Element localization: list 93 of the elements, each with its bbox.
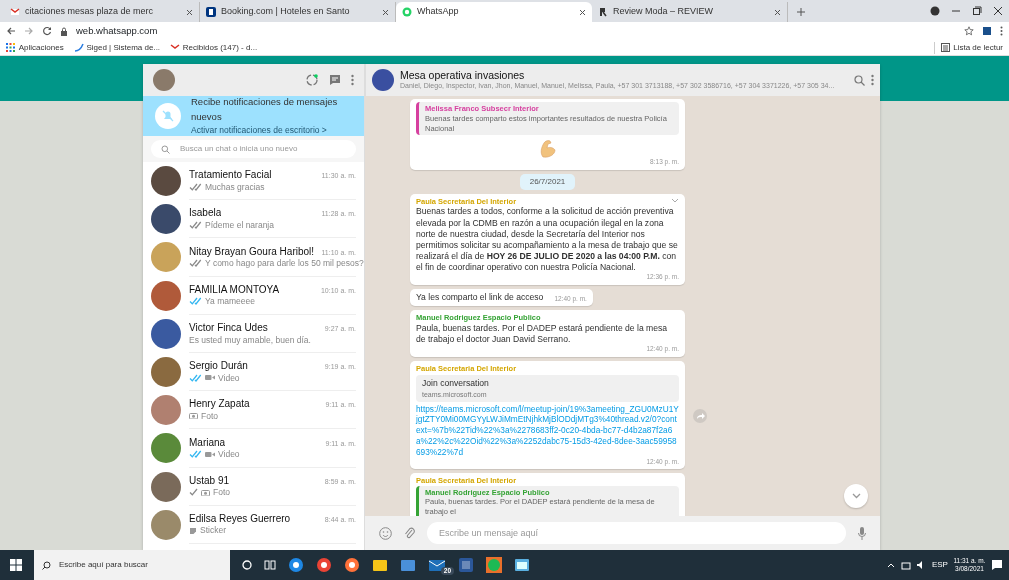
- lock-icon: [60, 26, 68, 36]
- contact-name: Victor Finca Udes: [189, 322, 268, 335]
- language-indicator[interactable]: ESP: [931, 559, 948, 571]
- contact-photo-placeholder: [151, 433, 181, 464]
- close-icon[interactable]: [579, 8, 586, 16]
- notifications-icon[interactable]: [991, 559, 1003, 571]
- task-view-icon[interactable]: [264, 560, 276, 570]
- contact-photo-placeholder: [151, 280, 181, 311]
- message-preview: Foto: [201, 410, 218, 422]
- message-preview: Sticker: [200, 525, 226, 536]
- contact-name: FAMILIA MONTOYA: [189, 283, 280, 297]
- close-icon[interactable]: [993, 6, 1003, 16]
- message-preview: Muchas gracias: [205, 181, 265, 192]
- taskbar-search-field[interactable]: Escribe aquí para buscar: [34, 550, 230, 580]
- date-label: 26/7/2021: [519, 173, 576, 190]
- bell-slash-icon: [155, 103, 181, 129]
- status-ring-icon[interactable]: [305, 73, 319, 87]
- chevron-down-icon: [851, 493, 861, 499]
- contact-photo-placeholder: [151, 166, 181, 197]
- close-icon[interactable]: [382, 8, 389, 16]
- message-preview: Pídeme el naranja: [205, 219, 274, 231]
- list-icon: [941, 43, 951, 52]
- back-arrow-icon[interactable]: [6, 26, 16, 36]
- windows-logo-icon[interactable]: [10, 559, 22, 571]
- contact-name: Edilsa Reyes Guerrero: [189, 512, 291, 526]
- menu-icon[interactable]: [871, 74, 874, 86]
- bookmark[interactable]: Aplicaciones: [6, 41, 64, 54]
- menu-icon[interactable]: [351, 74, 354, 86]
- paperclip-icon[interactable]: [404, 526, 415, 540]
- grid-icon: [6, 42, 16, 53]
- circle-icon[interactable]: [242, 560, 252, 570]
- search-icon: [42, 560, 51, 570]
- chat-icon[interactable]: [329, 74, 341, 86]
- microphone-icon[interactable]: [858, 526, 866, 540]
- reload-icon[interactable]: [42, 26, 52, 36]
- contact-photo-placeholder: [151, 509, 181, 540]
- address-bar[interactable]: web.whatsapp.com: [76, 23, 956, 39]
- close-icon[interactable]: [186, 8, 193, 16]
- close-icon[interactable]: [774, 8, 781, 16]
- video-camera-icon: [205, 450, 215, 458]
- camera-icon: [189, 412, 198, 420]
- group-photo-placeholder[interactable]: [372, 69, 394, 91]
- message-preview: Video: [218, 449, 240, 460]
- message-preview: Foto: [213, 487, 230, 498]
- swoosh-icon: [73, 42, 84, 53]
- contact-name: Isabela: [189, 207, 222, 220]
- profile-icon[interactable]: [930, 6, 940, 16]
- contact-name: Ustab 91: [189, 474, 230, 488]
- contact-name: Tratamiento Facial: [189, 169, 272, 182]
- profile-photo-placeholder[interactable]: [153, 69, 175, 91]
- contact-photo-placeholder: [151, 357, 181, 388]
- message-preview: Es usted muy amable, buen día.: [189, 334, 311, 345]
- message-preview: Video: [218, 372, 240, 383]
- link-preview-title: Join conversation: [422, 378, 490, 390]
- bookmark[interactable]: Recibidos (147) - d...: [170, 41, 258, 54]
- search-icon[interactable]: [854, 74, 865, 86]
- contact-photo-placeholder: [151, 471, 181, 502]
- window-icon[interactable]: [514, 557, 530, 573]
- plus-icon[interactable]: [796, 7, 806, 17]
- chevron-up-icon[interactable]: [887, 562, 896, 568]
- reading-list-button[interactable]: Lista de lectur: [934, 41, 1003, 54]
- message-preview: Y como hago para darle los 50 mil pesos?: [205, 258, 364, 269]
- contact-name: Sergio Durán: [189, 360, 248, 373]
- browser-tab[interactable]: WhatsApp: [396, 2, 592, 22]
- bookmark[interactable]: Siged | Sistema de...: [73, 41, 161, 54]
- message-text: Paula, buenas tardes. Por el DADEP estará pendiente de la mesa de trabajo el doctor Juan David Serrano.: [416, 322, 669, 346]
- chat-title: Mesa operativa invasiones: [400, 68, 526, 82]
- message-preview: Ya mameeee: [205, 296, 255, 307]
- letter-logo-icon: [598, 7, 608, 17]
- contact-name: Mariana: [189, 436, 226, 450]
- smiley-icon[interactable]: [379, 526, 392, 540]
- search-icon: [161, 144, 170, 154]
- contact-name: Nitay Brayan Goura Haribol!: [189, 245, 315, 259]
- message-text: Ya les comparto el link de acceso: [416, 291, 544, 304]
- notification-title: Recibe notificaciones de mensajes nuevos: [191, 95, 339, 124]
- contact-photo-placeholder: [151, 318, 181, 349]
- camera-icon: [201, 488, 210, 496]
- menu-icon[interactable]: [1000, 26, 1003, 36]
- sticker-icon: [189, 526, 197, 535]
- enable-notifications-link[interactable]: Activar notificaciones de escritorio >: [191, 123, 352, 137]
- star-icon[interactable]: [964, 26, 974, 36]
- contact-photo-placeholder: [151, 242, 181, 273]
- mail-icon[interactable]: [428, 557, 446, 573]
- message-input[interactable]: Escribe un mensaje aquí: [427, 522, 846, 544]
- flexed-arm-icon: [538, 138, 557, 159]
- contact-name: Henry Zapata: [189, 398, 250, 411]
- contact-photo-placeholder: [151, 204, 181, 235]
- restore-icon[interactable]: [972, 6, 982, 16]
- message-text: Buenas tardes a todos, conforme a la solicitud de acción preventiva elevada por la CDMB en razón a una ocupación ilegal en la zona norte de nuestra ciudad, desde la Secretaría del Interior nos permitimos solicitar su acompañamiento a la mesa de trabajo que se realizará el día de HOY 26 DE JULIO DE 2020 a las 04:00 P.M. con el fin de coordinar operativo con nuestra Policía Nacional.: [416, 206, 679, 274]
- mail-icon: [10, 7, 20, 17]
- chat-bubble-icon: [402, 7, 412, 17]
- contact-photo-placeholder: [151, 395, 181, 426]
- video-camera-icon: [205, 374, 215, 382]
